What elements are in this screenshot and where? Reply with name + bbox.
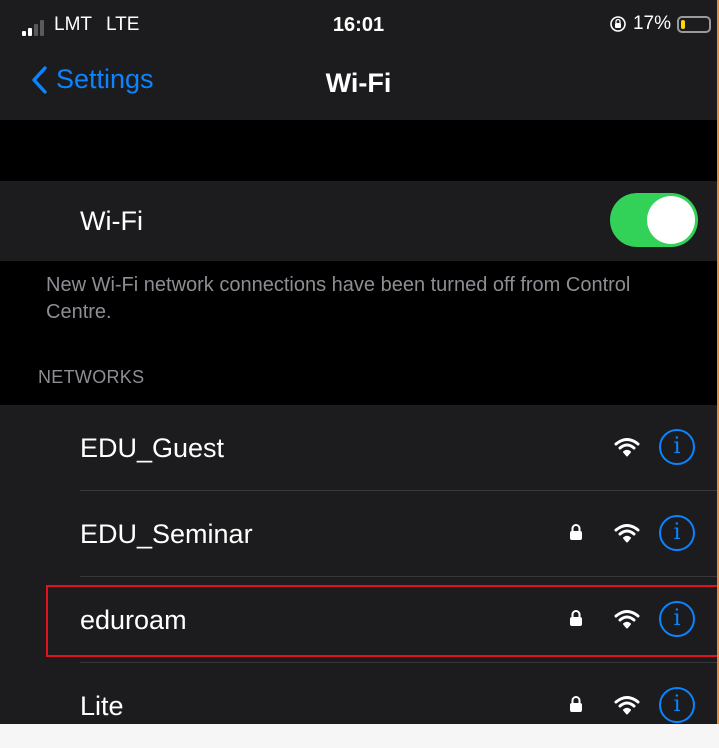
lock-icon	[570, 524, 582, 540]
info-icon[interactable]: i	[659, 515, 695, 551]
battery-icon	[677, 15, 711, 33]
lock-icon	[570, 696, 582, 712]
network-row-lite[interactable]: Lite i	[0, 663, 717, 724]
orientation-lock-icon	[610, 16, 626, 32]
network-row-eduroam[interactable]: eduroam i	[0, 577, 717, 663]
wifi-signal-icon	[614, 438, 640, 457]
wifi-signal-icon	[614, 610, 640, 629]
battery-fill	[681, 19, 685, 29]
info-icon[interactable]: i	[659, 687, 695, 723]
wifi-signal-icon	[614, 524, 640, 543]
battery-percent: 17%	[632, 13, 671, 34]
lock-icon	[570, 610, 582, 626]
status-bar: LMT LTE 16:01 17%	[0, 0, 717, 48]
network-name: EDU_Guest	[80, 433, 225, 463]
toggle-knob	[647, 196, 695, 244]
navigation-bar: Settings Wi-Fi	[0, 48, 717, 120]
network-name: eduroam	[80, 605, 187, 635]
network-row-edu-seminar[interactable]: EDU_Seminar i	[0, 491, 717, 577]
networks-section-header: NETWORKS	[38, 367, 145, 387]
phone-screen: LMT LTE 16:01 17% Settings Wi-Fi Wi-Fi N…	[0, 0, 719, 724]
wifi-footnote: New Wi-Fi network connections have been …	[46, 274, 631, 323]
status-right: 17%	[609, 13, 711, 35]
info-icon[interactable]: i	[659, 601, 695, 637]
networks-list: EDU_Guest i EDU_Seminar i eduroam i Lite…	[0, 405, 717, 724]
wifi-signal-icon	[614, 696, 640, 715]
network-name: Lite	[80, 691, 124, 721]
wifi-toggle-switch[interactable]	[610, 193, 698, 247]
network-name: EDU_Seminar	[80, 519, 253, 549]
info-icon[interactable]: i	[659, 429, 695, 465]
network-row-edu-guest[interactable]: EDU_Guest i	[0, 405, 717, 491]
page-title: Wi-Fi	[325, 68, 392, 98]
wifi-toggle-label: Wi-Fi	[80, 206, 143, 236]
